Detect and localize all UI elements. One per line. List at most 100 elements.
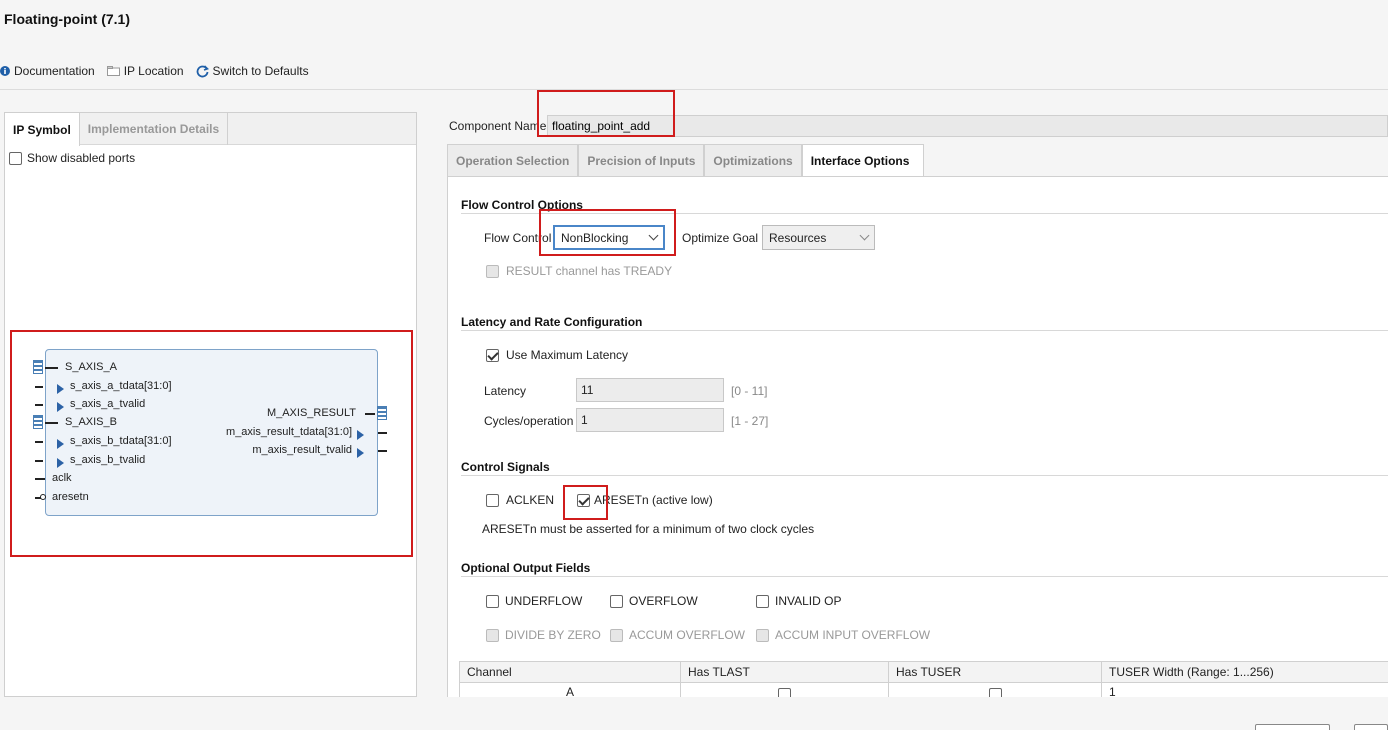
optional-output-section-title: Optional Output Fields — [461, 561, 591, 575]
accum-input-overflow-label: ACCUM INPUT OVERFLOW — [775, 628, 931, 642]
cell-has-tuser[interactable] — [888, 682, 1102, 697]
divide-by-zero-row: DIVIDE BY ZERO — [486, 628, 601, 642]
invalid-op-checkbox[interactable] — [756, 594, 769, 608]
cancel-button[interactable] — [1354, 724, 1388, 730]
arrow-icon — [357, 427, 364, 441]
wire — [35, 441, 43, 443]
channel-table-container: Channel Has TLAST Has TUSER TUSER Width … — [459, 661, 1388, 697]
tab-interface-options[interactable]: Interface Options — [801, 144, 924, 176]
aclken-label: ACLKEN — [506, 493, 555, 507]
show-disabled-ports-checkbox[interactable] — [9, 151, 22, 165]
switch-to-defaults-button[interactable]: Switch to Defaults — [196, 64, 309, 78]
wire — [35, 404, 43, 406]
underflow-label: UNDERFLOW — [505, 594, 583, 608]
wire — [45, 422, 58, 424]
cycles-operation-label: Cycles/operation — [484, 414, 574, 428]
port-aresetn: aresetn — [52, 491, 89, 503]
toolbar: Documentation IP Location Switch to Defa… — [0, 62, 321, 80]
port-m-axis-result: M_AXIS_RESULT — [266, 407, 356, 419]
flow-control-highlight — [539, 209, 676, 256]
wire — [378, 450, 387, 452]
tab-optimizations[interactable]: Optimizations — [704, 144, 802, 176]
aresetn-label: ARESETn (active low) — [594, 493, 713, 507]
documentation-link[interactable]: Documentation — [0, 64, 95, 78]
optimize-goal-label: Optimize Goal — [682, 231, 759, 245]
wire — [35, 386, 43, 388]
folder-icon — [106, 66, 120, 76]
ip-location-label: IP Location — [123, 64, 184, 78]
arrow-icon — [57, 381, 64, 395]
underflow-row[interactable]: UNDERFLOW — [486, 594, 582, 608]
aresetn-highlight — [563, 485, 608, 520]
show-disabled-ports-label: Show disabled ports — [27, 151, 136, 165]
port-s-axis-b-tvalid: s_axis_b_tvalid — [70, 454, 146, 466]
wire — [365, 413, 375, 415]
arrow-icon — [357, 445, 364, 459]
port-s-axis-b-tdata: s_axis_b_tdata[31:0] — [70, 435, 172, 447]
port-s-axis-a-tdata: s_axis_a_tdata[31:0] — [70, 380, 172, 392]
port-s-axis-a: S_AXIS_A — [65, 361, 117, 373]
underflow-checkbox[interactable] — [486, 594, 499, 608]
section-divider — [461, 330, 1388, 331]
bus-icon-s-axis-b — [33, 415, 43, 429]
result-tready-row: RESULT channel has TREADY — [486, 264, 672, 278]
tab-operation-selection[interactable]: Operation Selection — [447, 144, 579, 176]
switch-to-defaults-label: Switch to Defaults — [212, 64, 309, 78]
accum-overflow-row: ACCUM OVERFLOW — [610, 628, 745, 642]
port-m-axis-result-tvalid: m_axis_result_tvalid — [252, 444, 352, 456]
use-max-latency-checkbox[interactable] — [486, 348, 499, 362]
cycles-operation-input[interactable]: 1 — [576, 408, 724, 432]
inverter-bubble-icon — [40, 494, 46, 500]
chevron-down-icon — [859, 230, 870, 241]
use-max-latency-label: Use Maximum Latency — [506, 348, 629, 362]
ip-location-button[interactable]: IP Location — [106, 64, 184, 78]
use-max-latency-row[interactable]: Use Maximum Latency — [486, 348, 628, 362]
toolbar-divider — [0, 89, 1388, 90]
port-aclk: aclk — [52, 472, 72, 484]
latency-range: [0 - 11] — [731, 384, 768, 398]
component-name-highlight — [537, 90, 675, 137]
wire — [45, 367, 58, 369]
divide-by-zero-label: DIVIDE BY ZERO — [505, 628, 601, 642]
cell-tuser-width[interactable]: 1 — [1101, 682, 1388, 697]
aclken-checkbox[interactable] — [486, 493, 499, 507]
section-divider — [461, 576, 1388, 577]
overflow-row[interactable]: OVERFLOW — [610, 594, 698, 608]
table-row: A 1 — [459, 682, 1388, 697]
port-m-axis-result-tdata: m_axis_result_tdata[31:0] — [226, 426, 352, 438]
col-has-tuser: Has TUSER — [888, 661, 1102, 683]
cycles-operation-range: [1 - 27] — [731, 414, 769, 428]
has-tlast-checkbox[interactable] — [778, 688, 791, 697]
control-signals-section-title: Control Signals — [461, 460, 550, 474]
invalid-op-label: INVALID OP — [775, 594, 842, 608]
arrow-icon — [57, 436, 64, 450]
tab-implementation-details[interactable]: Implementation Details — [80, 113, 229, 145]
overflow-label: OVERFLOW — [629, 594, 698, 608]
latency-label: Latency — [484, 384, 527, 398]
result-tready-label: RESULT channel has TREADY — [506, 264, 673, 278]
has-tuser-checkbox[interactable] — [988, 688, 1002, 697]
overflow-checkbox[interactable] — [610, 594, 623, 608]
accum-input-overflow-checkbox — [756, 628, 769, 642]
invalid-op-row[interactable]: INVALID OP — [756, 594, 841, 608]
aclken-row[interactable]: ACLKEN — [486, 493, 554, 507]
cell-has-tlast[interactable] — [680, 682, 889, 697]
optimize-goal-select[interactable]: Resources — [762, 225, 875, 250]
show-disabled-ports-row[interactable]: Show disabled ports — [9, 151, 135, 165]
result-tready-checkbox — [486, 264, 499, 278]
col-tuser-width: TUSER Width (Range: 1...256) — [1101, 661, 1388, 683]
tab-precision-of-inputs[interactable]: Precision of Inputs — [578, 144, 705, 176]
wire — [378, 432, 387, 434]
arrow-icon — [57, 455, 64, 469]
port-s-axis-a-tvalid: s_axis_a_tvalid — [70, 398, 146, 410]
aresetn-note: ARESETn must be asserted for a minimum o… — [482, 522, 815, 536]
accum-input-overflow-row: ACCUM INPUT OVERFLOW — [756, 628, 930, 642]
wire — [35, 478, 45, 480]
ok-button[interactable] — [1255, 724, 1330, 730]
latency-section-title: Latency and Rate Configuration — [461, 315, 643, 329]
wire — [35, 460, 43, 462]
optimize-goal-value: Resources — [769, 230, 827, 245]
documentation-label: Documentation — [14, 64, 95, 78]
tab-ip-symbol[interactable]: IP Symbol — [5, 113, 80, 146]
latency-input[interactable]: 11 — [576, 378, 724, 402]
